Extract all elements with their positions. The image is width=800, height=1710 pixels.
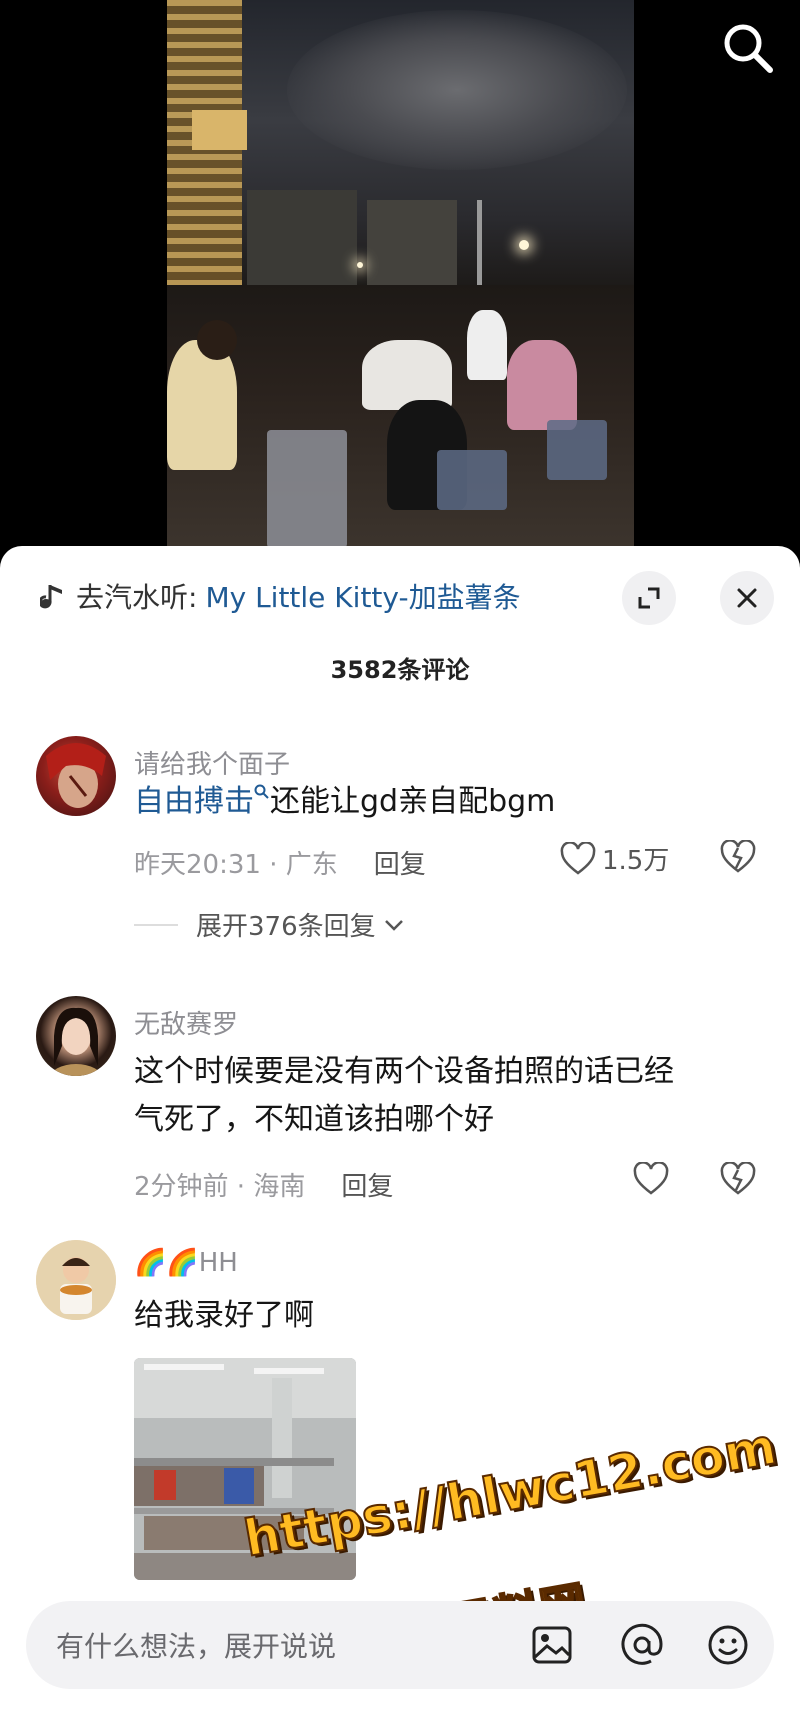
- like-button[interactable]: 1.5万: [560, 840, 669, 877]
- video-person: [507, 340, 577, 430]
- emoji-button[interactable]: [702, 1619, 754, 1671]
- comment-meta: 2分钟前 · 海南 回复: [134, 1166, 393, 1203]
- video-light: [357, 262, 363, 268]
- video-frame[interactable]: [167, 0, 634, 548]
- image-icon: [532, 1626, 572, 1664]
- chevron-down-icon: [384, 919, 403, 931]
- avatar-image: [36, 1240, 116, 1320]
- avatar-image: [50, 1007, 102, 1076]
- comment-text: 给我录好了啊: [134, 1292, 754, 1340]
- avatar[interactable]: [36, 1240, 116, 1320]
- heart-icon: [633, 1162, 669, 1195]
- music-link[interactable]: 去汽水听: My Little Kitty-加盐薯条: [40, 576, 521, 616]
- search-icon: [254, 784, 269, 799]
- comment-meta: 昨天20:31 · 广东 回复: [134, 844, 426, 881]
- reply-button[interactable]: 回复: [341, 1166, 393, 1203]
- image-button[interactable]: [526, 1619, 578, 1671]
- video-player[interactable]: [0, 0, 800, 548]
- divider: [134, 923, 178, 926]
- music-note-icon: [40, 585, 62, 609]
- video-pole: [477, 200, 482, 290]
- broken-heart-icon: [720, 1161, 756, 1195]
- comment-item: 无敌赛罗 这个时候要是没有两个设备拍照的话已经 气死了，不知道该拍哪个好 2分钟…: [0, 996, 800, 1202]
- expand-icon: [638, 587, 660, 609]
- expand-replies-label: 展开376条回复: [196, 912, 376, 942]
- heart-icon: [560, 841, 596, 875]
- comment-item: 请给我个面子 自由搏击 还能让gd亲自配bgm 昨天20:31 · 广东 回复 1…: [0, 736, 800, 976]
- comment-username[interactable]: 🌈🌈HH: [134, 1248, 238, 1278]
- comment-body: 给我录好了啊: [134, 1298, 314, 1333]
- comment-time-location: 2分钟前 · 海南: [134, 1172, 306, 1202]
- video-tower-top: [192, 110, 247, 150]
- comment-body-line: 这个时候要是没有两个设备拍照的话已经: [134, 1054, 674, 1089]
- music-title[interactable]: My Little Kitty-加盐薯条: [205, 576, 520, 616]
- dislike-button[interactable]: [720, 839, 756, 878]
- video-light: [519, 240, 529, 250]
- video-chair: [547, 420, 607, 480]
- reply-button[interactable]: 回复: [374, 844, 426, 881]
- close-icon: [737, 588, 757, 608]
- like-button[interactable]: [633, 1162, 669, 1196]
- comment-text: 这个时候要是没有两个设备拍照的话已经 气死了，不知道该拍哪个好: [134, 1048, 754, 1144]
- video-building: [247, 190, 357, 290]
- topic-link[interactable]: 自由搏击: [134, 784, 254, 819]
- video-person: [467, 310, 507, 380]
- comment-text: 自由搏击 还能让gd亲自配bgm: [134, 778, 754, 826]
- avatar[interactable]: [36, 736, 116, 816]
- avatar-image: [46, 743, 106, 808]
- comment-input-placeholder: 有什么想法，展开说说: [56, 1630, 337, 1663]
- emoji-icon: [708, 1625, 748, 1665]
- comment-username[interactable]: 请给我个面子: [134, 744, 290, 781]
- search-button[interactable]: [718, 18, 778, 78]
- video-person: [197, 320, 237, 360]
- like-count: 1.5万: [602, 846, 670, 876]
- music-prefix: 去汽水听:: [76, 581, 198, 614]
- comment-sheet: 去汽水听: My Little Kitty-加盐薯条 3582条评论 请给我个面…: [0, 546, 800, 1710]
- avatar[interactable]: [36, 996, 116, 1076]
- video-chair: [267, 430, 347, 548]
- video-chair: [437, 450, 507, 510]
- comment-time-location: 昨天20:31 · 广东: [134, 850, 338, 880]
- comment-username[interactable]: 无敌赛罗: [134, 1004, 238, 1041]
- close-sheet-button[interactable]: [720, 571, 774, 625]
- video-clouds: [287, 10, 627, 170]
- comment-count: 3582条评论: [330, 656, 470, 684]
- at-icon: [621, 1623, 663, 1665]
- expand-sheet-button[interactable]: [622, 571, 676, 625]
- comment-body: 还能让gd亲自配bgm: [270, 784, 556, 819]
- video-person: [167, 340, 237, 470]
- comment-input[interactable]: 有什么想法，展开说说: [26, 1601, 774, 1689]
- mention-button[interactable]: [616, 1619, 668, 1671]
- broken-heart-icon: [720, 839, 756, 873]
- comment-body-line: 气死了，不知道该拍哪个好: [134, 1102, 494, 1137]
- expand-replies-button[interactable]: 展开376条回复: [134, 906, 406, 943]
- dislike-button[interactable]: [720, 1161, 756, 1200]
- search-icon[interactable]: [718, 18, 778, 78]
